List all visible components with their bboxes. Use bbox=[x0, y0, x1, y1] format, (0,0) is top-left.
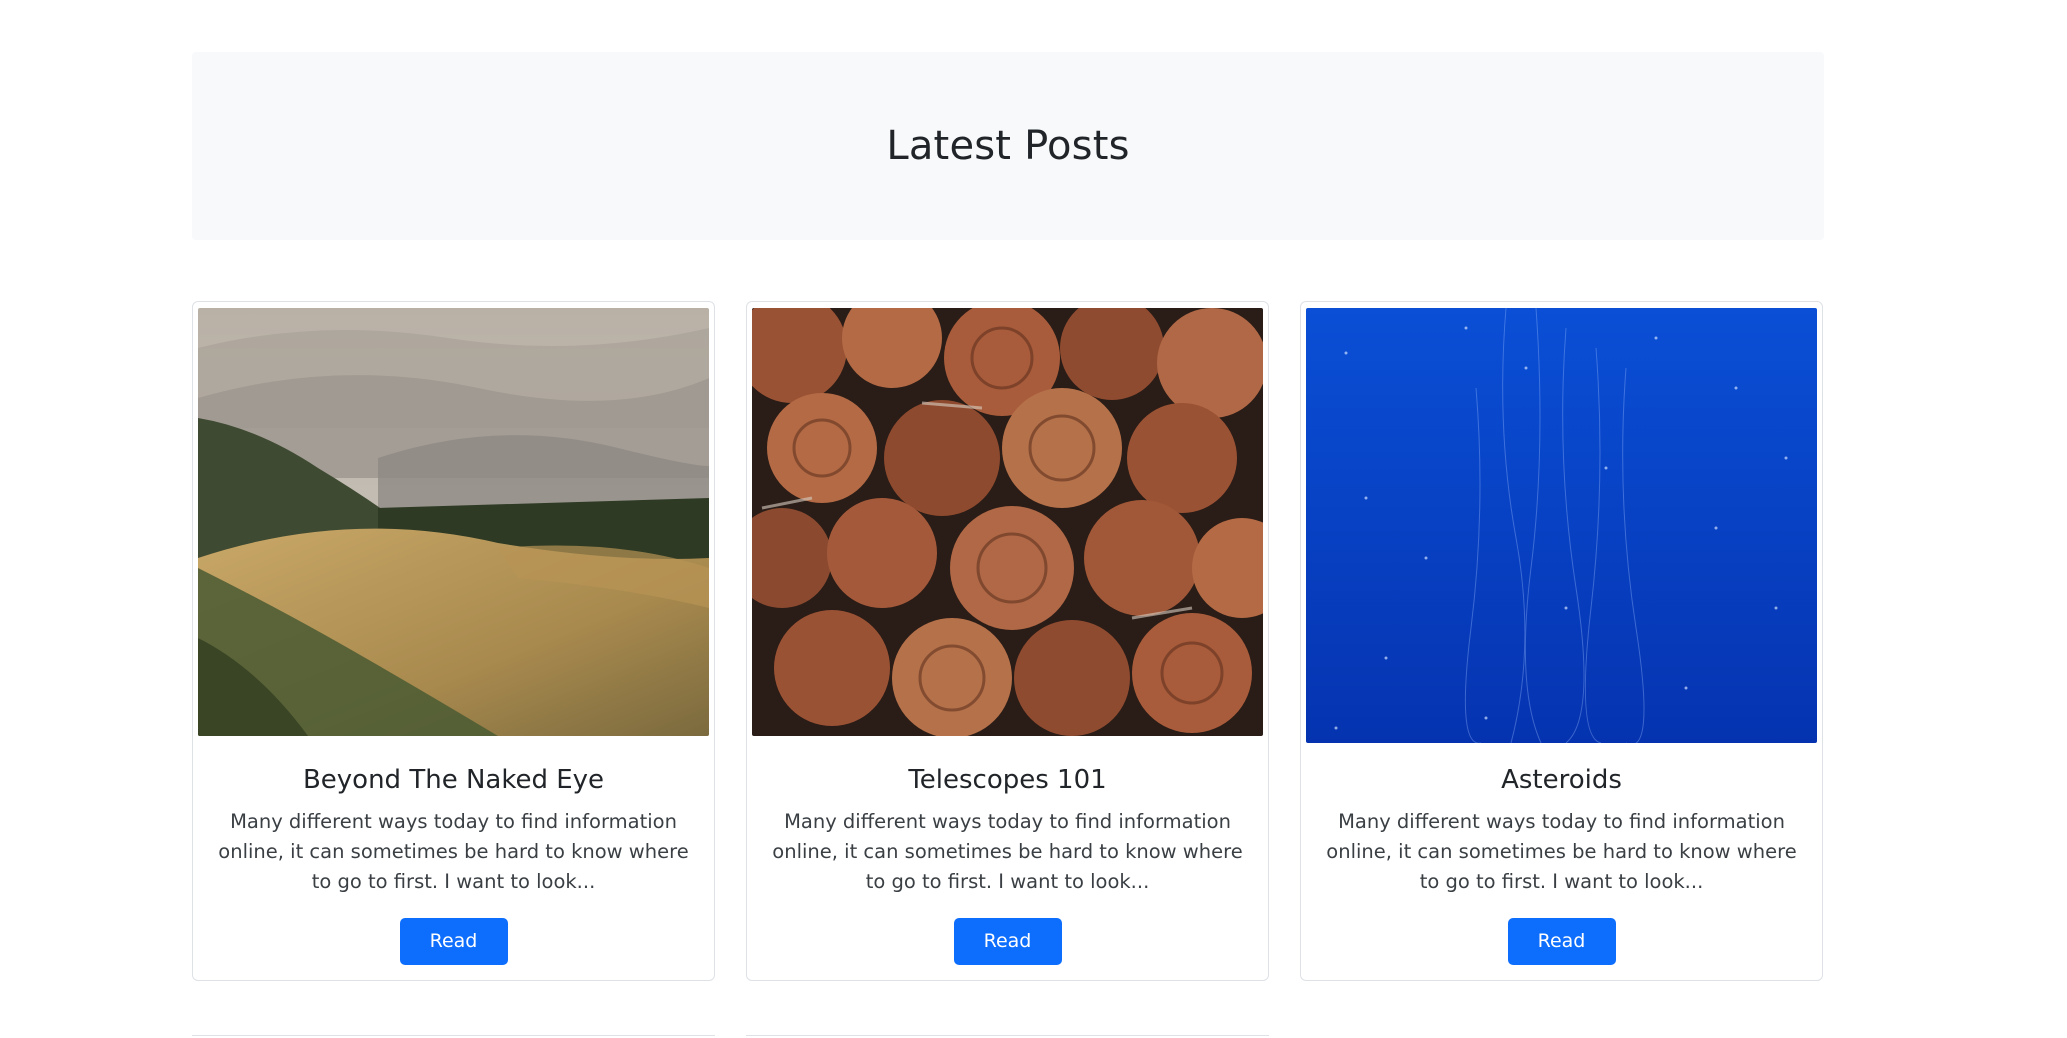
post-card: Beyond The Naked Eye Many different ways… bbox=[192, 301, 715, 981]
post-image-ocean bbox=[1306, 308, 1817, 743]
page-title: Latest Posts bbox=[886, 123, 1130, 169]
read-button[interactable]: Read bbox=[1507, 918, 1616, 965]
post-card: Asteroids Many different ways today to f… bbox=[1300, 301, 1823, 981]
posts-grid: Beyond The Naked Eye Many different ways… bbox=[192, 301, 1824, 983]
post-card: Telescopes 101 Many different ways today… bbox=[746, 301, 1269, 981]
post-title[interactable]: Telescopes 101 bbox=[747, 762, 1268, 798]
read-button[interactable]: Read bbox=[399, 918, 508, 965]
post-image-firewood bbox=[752, 308, 1263, 736]
post-image-mountains bbox=[198, 308, 709, 736]
post-excerpt: Many different ways today to find inform… bbox=[218, 810, 689, 893]
read-button[interactable]: Read bbox=[953, 918, 1062, 965]
page-header: Latest Posts bbox=[192, 52, 1824, 240]
post-title[interactable]: Beyond The Naked Eye bbox=[193, 762, 714, 798]
post-excerpt: Many different ways today to find inform… bbox=[772, 810, 1243, 893]
post-title[interactable]: Asteroids bbox=[1301, 762, 1822, 798]
post-excerpt: Many different ways today to find inform… bbox=[1326, 810, 1797, 893]
